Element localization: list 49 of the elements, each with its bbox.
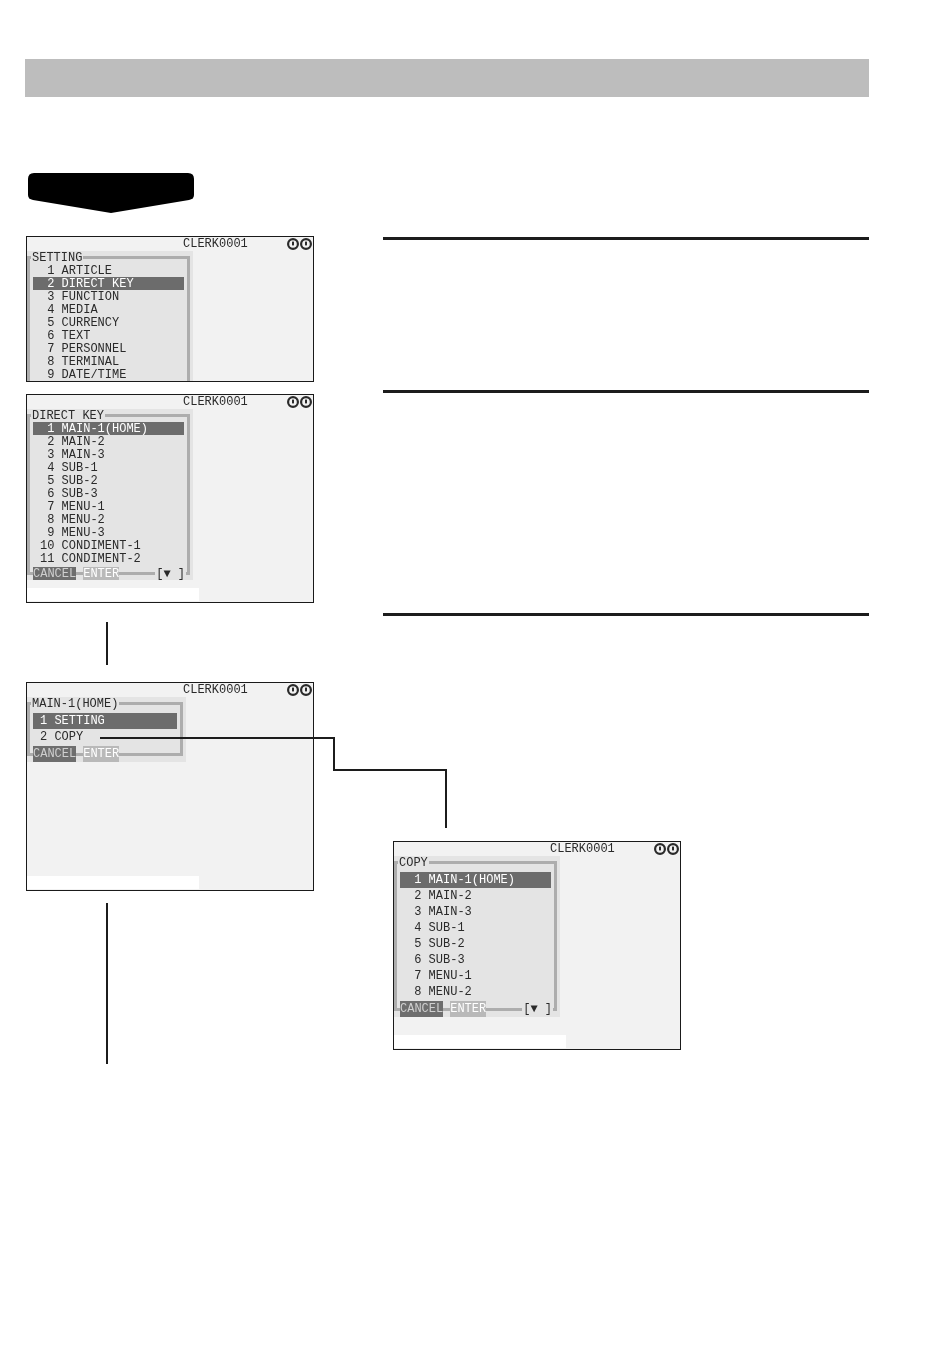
- menu-title: COPY: [398, 857, 429, 869]
- clerk-label: CLERK0001: [183, 238, 248, 250]
- ring-dot-icon: [300, 238, 312, 250]
- ring-dot-icon: [300, 396, 312, 408]
- menu-item[interactable]: 1 SETTING: [33, 713, 177, 729]
- ring-dot-icon: [667, 843, 679, 855]
- menu-item[interactable]: 7 MENU-1: [400, 968, 551, 984]
- menu-item[interactable]: 5 SUB-2: [400, 936, 551, 952]
- menu-item[interactable]: 3 MAIN-3: [400, 904, 551, 920]
- menu-item[interactable]: 11 CONDIMENT-2: [33, 552, 184, 565]
- ring-dot-icon: [300, 684, 312, 696]
- menu-item[interactable]: 9 MENU-3: [33, 526, 184, 539]
- menu-title: DIRECT KEY: [31, 410, 105, 422]
- menu-item[interactable]: 2 DIRECT KEY: [33, 277, 184, 290]
- menu-item[interactable]: 3 FUNCTION: [33, 290, 184, 303]
- menu-item[interactable]: 8 TERMINAL: [33, 355, 184, 368]
- ring-dot-icon: [287, 684, 299, 696]
- ring-dot-icon: [287, 396, 299, 408]
- menu-item[interactable]: 8 MENU-2: [33, 513, 184, 526]
- menu-item[interactable]: 2 MAIN-2: [400, 888, 551, 904]
- menu-title: MAIN-1(HOME): [31, 698, 120, 710]
- menu-item[interactable]: 2 MAIN-2: [33, 435, 184, 448]
- menu-item[interactable]: 1 ARTICLE: [33, 264, 184, 277]
- menu-title: SETTING: [31, 252, 84, 264]
- menu-item[interactable]: 2 COPY: [33, 729, 177, 745]
- menu-item[interactable]: 4 SUB-1: [33, 461, 184, 474]
- clerk-label: CLERK0001: [183, 396, 248, 408]
- menu-item[interactable]: 7 MENU-1: [33, 500, 184, 513]
- ring-dot-icon: [654, 843, 666, 855]
- flow-line: [106, 622, 108, 665]
- menu-item[interactable]: 9 DATE/TIME: [33, 368, 184, 381]
- ring-dot-icon: [287, 238, 299, 250]
- menu-item[interactable]: 6 SUB-3: [400, 952, 551, 968]
- menu-item[interactable]: 5 CURRENCY: [33, 316, 184, 329]
- menu-item[interactable]: 6 SUB-3: [33, 487, 184, 500]
- scroll-indicator: [▼ ]: [522, 1003, 553, 1015]
- menu-item[interactable]: 6 TEXT: [33, 329, 184, 342]
- menu-item[interactable]: 1 MAIN-1(HOME): [400, 872, 551, 888]
- menu-item[interactable]: 1 MAIN-1(HOME): [33, 422, 184, 435]
- menu-item[interactable]: 7 PERSONNEL: [33, 342, 184, 355]
- menu-item[interactable]: 5 SUB-2: [33, 474, 184, 487]
- menu-item[interactable]: 8 MENU-2: [400, 984, 551, 1000]
- menu-item[interactable]: 4 SUB-1: [400, 920, 551, 936]
- scroll-indicator: [▼ ]: [155, 567, 186, 580]
- clerk-label: CLERK0001: [550, 843, 615, 855]
- menu-item[interactable]: 3 MAIN-3: [33, 448, 184, 461]
- menu-item[interactable]: 4 MEDIA: [33, 303, 184, 316]
- menu-item[interactable]: 10 CONDIMENT-1: [33, 539, 184, 552]
- clerk-label: CLERK0001: [183, 684, 248, 696]
